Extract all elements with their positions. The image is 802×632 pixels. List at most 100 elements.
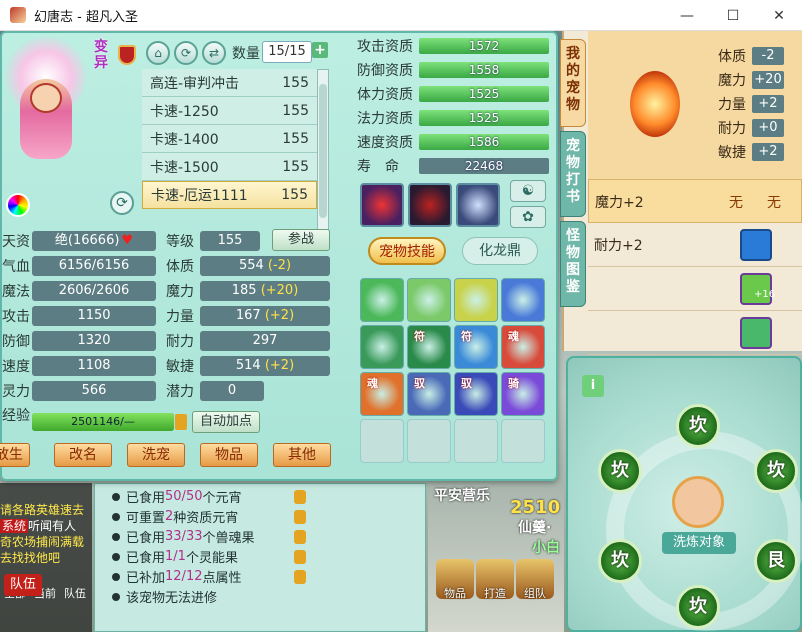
trigram-slot[interactable]: 坎	[676, 585, 720, 629]
team-icon[interactable]: 组队	[516, 559, 554, 600]
pet-list-item[interactable]: 卡速-1500 155	[142, 153, 317, 181]
tab-dragon-cauldron[interactable]: 化龙鼎	[462, 237, 538, 265]
pet-portrait	[2, 33, 90, 173]
pet-list-item[interactable]: 卡速-1250 155	[142, 97, 317, 125]
skill-icon[interactable]	[360, 325, 404, 369]
side-stat-row: 魔力 +20	[718, 71, 784, 89]
skill-icon[interactable]	[501, 278, 545, 322]
auto-add-button[interactable]: 自动加点	[192, 411, 260, 433]
skill-slot-empty[interactable]	[407, 419, 451, 463]
wash-pet-button[interactable]: 洗宠	[127, 443, 185, 467]
scene-text: 仙羹·	[518, 520, 552, 536]
tab-pet-skills[interactable]: 宠物技能	[368, 237, 446, 265]
other-button[interactable]: 其他	[273, 443, 331, 467]
trigram-slot[interactable]: 艮	[754, 539, 798, 583]
side-tab[interactable]: 我的宠物	[560, 39, 586, 127]
equip-slot-necklace[interactable]	[360, 183, 404, 227]
refresh-icon[interactable]: ⟳	[174, 41, 198, 65]
team-button[interactable]: 队伍	[4, 574, 42, 596]
pet-level: 155	[282, 158, 309, 175]
side-stat-row: 力量 +2	[718, 95, 784, 113]
release-button[interactable]: 放生	[0, 443, 30, 467]
potential-row: 潜力 0	[166, 381, 264, 401]
info-line: 该宠物无法进修	[112, 587, 217, 606]
skill-tag: 符	[461, 330, 472, 343]
refresh-icon[interactable]: ⟳	[110, 191, 134, 215]
rune-icon	[630, 71, 680, 137]
pet-level: 155	[282, 102, 309, 119]
aptitude-row: 法力资质 1525	[357, 109, 549, 127]
mutation-badge: 变异	[94, 39, 108, 71]
chat-tab-team[interactable]: 队伍	[64, 587, 86, 601]
window-title: 幻唐志 - 超凡入圣	[34, 9, 138, 25]
moli-row: 魔力 185 (+20)	[166, 281, 330, 301]
skill-icon[interactable]: 驭	[407, 372, 451, 416]
home-icon[interactable]: ⌂	[146, 41, 170, 65]
pet-list-scrollbar[interactable]	[317, 69, 329, 245]
skill-slot-empty[interactable]	[501, 419, 545, 463]
yin-yang-icon[interactable]: ☯	[510, 180, 546, 202]
pet-list-item[interactable]: 高连-审判冲击 155	[142, 69, 317, 97]
maximize-button[interactable]: ☐	[710, 0, 756, 31]
forge-icon[interactable]: 打造	[476, 559, 514, 600]
trigram-slot[interactable]: 坎	[598, 539, 642, 583]
side-row[interactable]: +16	[588, 267, 802, 311]
skill-icon[interactable]: 符	[454, 325, 498, 369]
skill-book-icon[interactable]: +16	[740, 273, 775, 305]
side-stat-value: +0	[752, 119, 784, 137]
add-icon[interactable]: +	[312, 42, 328, 58]
count-label: 数量	[232, 46, 260, 62]
skill-icon[interactable]: 骑	[501, 372, 545, 416]
side-tab[interactable]: 怪物图鉴	[560, 221, 586, 307]
close-button[interactable]: ✕	[756, 0, 802, 31]
side-stat-value: +2	[752, 95, 784, 113]
side-stat-label: 体质	[718, 49, 746, 65]
wash-target[interactable]: 洗炼对象	[662, 474, 736, 560]
trigram-slot[interactable]: 坎	[598, 449, 642, 493]
paw-icon[interactable]: ✿	[510, 206, 546, 228]
skill-icon[interactable]: 驭	[454, 372, 498, 416]
skill-book-icon[interactable]	[740, 317, 772, 349]
coin-icon	[294, 550, 306, 564]
trigram-slot[interactable]: 坎	[754, 449, 798, 493]
skill-slot-empty[interactable]	[360, 419, 404, 463]
skill-icon[interactable]: 魂	[501, 325, 545, 369]
skill-icon[interactable]	[407, 278, 451, 322]
side-row[interactable]: 耐力+2	[588, 223, 802, 267]
pet-list-item[interactable]: 卡速-厄运1111 155	[142, 181, 317, 209]
speed-row: 速度 1108	[2, 356, 156, 376]
skill-icon[interactable]	[454, 278, 498, 322]
minimize-button[interactable]: —	[664, 0, 710, 31]
chat-line: 奇农场捕闹满载	[0, 535, 85, 549]
color-wheel-icon[interactable]	[6, 193, 30, 217]
aptitude-row: 寿 命 22468	[357, 157, 549, 175]
minjie-row: 敏捷 514 (+2)	[166, 356, 330, 376]
equip-slot-collar[interactable]	[456, 183, 500, 227]
inventory-icon[interactable]: 物品	[436, 559, 474, 600]
attack-row: 攻击 1150	[2, 306, 156, 326]
scene-view: 平安营乐 2510 仙羹· 小白	[428, 483, 564, 632]
skill-icon[interactable]: 魂	[360, 372, 404, 416]
gear-icon[interactable]	[740, 229, 772, 261]
side-row[interactable]: 魔力+2 无 无	[588, 179, 802, 223]
info-icon[interactable]: i	[582, 375, 604, 397]
side-tab[interactable]: 宠物打书	[560, 131, 586, 217]
skill-icon[interactable]: 符	[407, 325, 451, 369]
pet-list-item[interactable]: 卡速-1400 155	[142, 125, 317, 153]
battle-button[interactable]: 参战	[272, 229, 330, 251]
cycle-icon[interactable]: ⇄	[202, 41, 226, 65]
aptitude-row: 防御资质 1558	[357, 61, 549, 79]
items-button[interactable]: 物品	[200, 443, 258, 467]
shield-icon	[118, 45, 136, 65]
rename-button[interactable]: 改名	[54, 443, 112, 467]
trigram-slot[interactable]: 坎	[676, 404, 720, 448]
defense-row: 防御 1320	[2, 331, 156, 351]
aptitude-label: 寿 命	[357, 159, 399, 175]
skill-slot-empty[interactable]	[454, 419, 498, 463]
side-row[interactable]	[588, 311, 802, 355]
pet-level: 155	[281, 187, 308, 203]
aptitude-row: 体力资质 1525	[357, 85, 549, 103]
equip-slot-armor[interactable]	[408, 183, 452, 227]
skill-icon[interactable]	[360, 278, 404, 322]
side-row-text: 耐力+2	[594, 238, 643, 254]
